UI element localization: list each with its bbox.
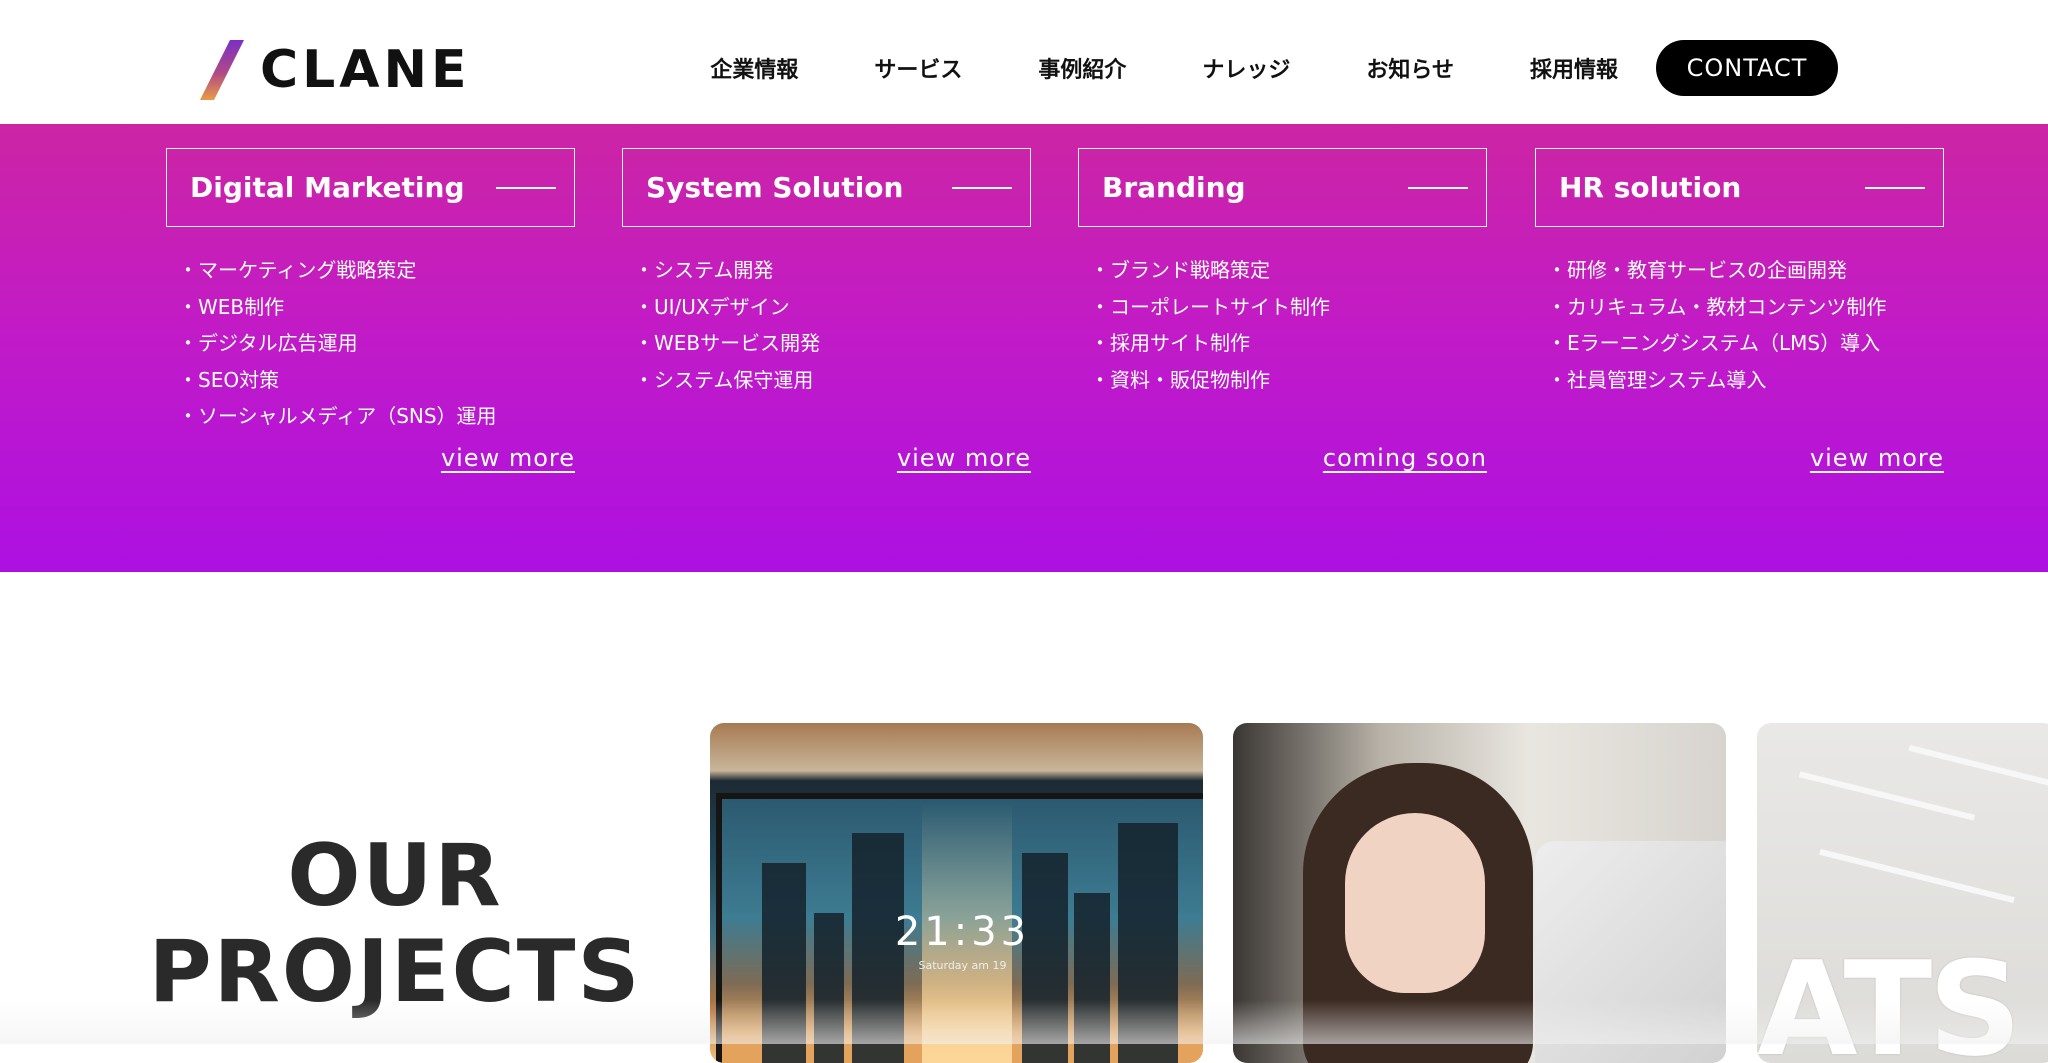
column-header[interactable]: Branding (1078, 148, 1487, 227)
monitor-image (1535, 841, 1726, 1063)
line-icon (496, 186, 556, 189)
project-card[interactable]: ATS (1757, 723, 2048, 1063)
list-item[interactable]: マーケティング戦略策定 (178, 252, 497, 289)
nav-item-services[interactable]: サービス (874, 52, 962, 84)
date-text: Saturday am 19 (918, 959, 1007, 972)
column-header[interactable]: System Solution (622, 148, 1031, 227)
logo-text: CLANE (260, 40, 471, 100)
column-list: 研修・教育サービスの企画開発 カリキュラム・教材コンテンツ制作 Eラーニングシス… (1547, 252, 1886, 398)
line-icon (1408, 186, 1468, 189)
list-item[interactable]: ソーシャルメディア（SNS）運用 (178, 398, 497, 435)
project-card[interactable] (1233, 723, 1726, 1063)
column-list: ブランド戦略策定 コーポレートサイト制作 採用サイト制作 資料・販促物制作 (1090, 252, 1330, 398)
nav-item-cases[interactable]: 事例紹介 (1038, 52, 1126, 84)
list-item[interactable]: 研修・教育サービスの企画開発 (1547, 252, 1886, 289)
project-card[interactable]: 21:33 Saturday am 19 (710, 723, 1203, 1063)
nav-item-recruit[interactable]: 採用情報 (1530, 52, 1618, 84)
nav-item-news[interactable]: お知らせ (1366, 52, 1454, 84)
list-item[interactable]: 社員管理システム導入 (1547, 362, 1886, 399)
face-image (1345, 813, 1485, 993)
column-list: システム開発 UI/UXデザイン WEBサービス開発 システム保守運用 (634, 252, 820, 398)
line-icon (952, 186, 1012, 189)
list-item[interactable]: デジタル広告運用 (178, 325, 497, 362)
view-more-link[interactable]: view more (441, 444, 575, 472)
column-list: マーケティング戦略策定 WEB制作 デジタル広告運用 SEO対策 ソーシャルメデ… (178, 252, 497, 435)
column-header[interactable]: HR solution (1535, 148, 1944, 227)
services-mega-menu: Digital Marketing マーケティング戦略策定 WEB制作 デジタル… (0, 124, 2048, 572)
coming-soon-link[interactable]: coming soon (1323, 444, 1487, 472)
site-header: CLANE 企業情報 サービス 事例紹介 ナレッジ お知らせ 採用情報 CONT… (0, 0, 2048, 124)
contact-button[interactable]: CONTACT (1656, 40, 1838, 96)
projects-heading: OUR PROJECTS (130, 828, 660, 1020)
list-item[interactable]: SEO対策 (178, 362, 497, 399)
nav-item-knowledge[interactable]: ナレッジ (1202, 52, 1290, 84)
line-icon (1865, 186, 1925, 189)
list-item[interactable]: UI/UXデザイン (634, 289, 820, 326)
list-item[interactable]: 資料・販促物制作 (1090, 362, 1330, 399)
list-item[interactable]: システム保守運用 (634, 362, 820, 399)
list-item[interactable]: カリキュラム・教材コンテンツ制作 (1547, 289, 1886, 326)
list-item[interactable]: ブランド戦略策定 (1090, 252, 1330, 289)
column-title: System Solution (646, 171, 904, 204)
main-nav: 企業情報 サービス 事例紹介 ナレッジ お知らせ 採用情報 CONTACT (710, 40, 1838, 96)
heading-line-1: OUR (287, 826, 503, 926)
tablet-screen-image: 21:33 Saturday am 19 (716, 793, 1203, 1063)
logo-mark-icon (200, 40, 244, 100)
column-title: HR solution (1559, 171, 1742, 204)
list-item[interactable]: WEBサービス開発 (634, 325, 820, 362)
list-item[interactable]: システム開発 (634, 252, 820, 289)
menu-column-system-solution: System Solution システム開発 UI/UXデザイン WEBサービス… (622, 148, 1031, 548)
list-item[interactable]: Eラーニングシステム（LMS）導入 (1547, 325, 1886, 362)
view-more-link[interactable]: view more (897, 444, 1031, 472)
heading-line-2: PROJECTS (148, 922, 642, 1022)
menu-column-branding: Branding ブランド戦略策定 コーポレートサイト制作 採用サイト制作 資料… (1078, 148, 1487, 548)
logo[interactable]: CLANE (198, 40, 471, 100)
list-item[interactable]: WEB制作 (178, 289, 497, 326)
nav-item-company[interactable]: 企業情報 (710, 52, 798, 84)
menu-column-hr-solution: HR solution 研修・教育サービスの企画開発 カリキュラム・教材コンテン… (1535, 148, 1944, 548)
clock-text: 21:33 (894, 909, 1031, 955)
list-item[interactable]: コーポレートサイト制作 (1090, 289, 1330, 326)
column-header[interactable]: Digital Marketing (166, 148, 575, 227)
column-title: Digital Marketing (190, 171, 465, 204)
list-item[interactable]: 採用サイト制作 (1090, 325, 1330, 362)
menu-column-digital-marketing: Digital Marketing マーケティング戦略策定 WEB制作 デジタル… (166, 148, 575, 548)
column-title: Branding (1102, 171, 1246, 204)
view-more-link[interactable]: view more (1810, 444, 1944, 472)
